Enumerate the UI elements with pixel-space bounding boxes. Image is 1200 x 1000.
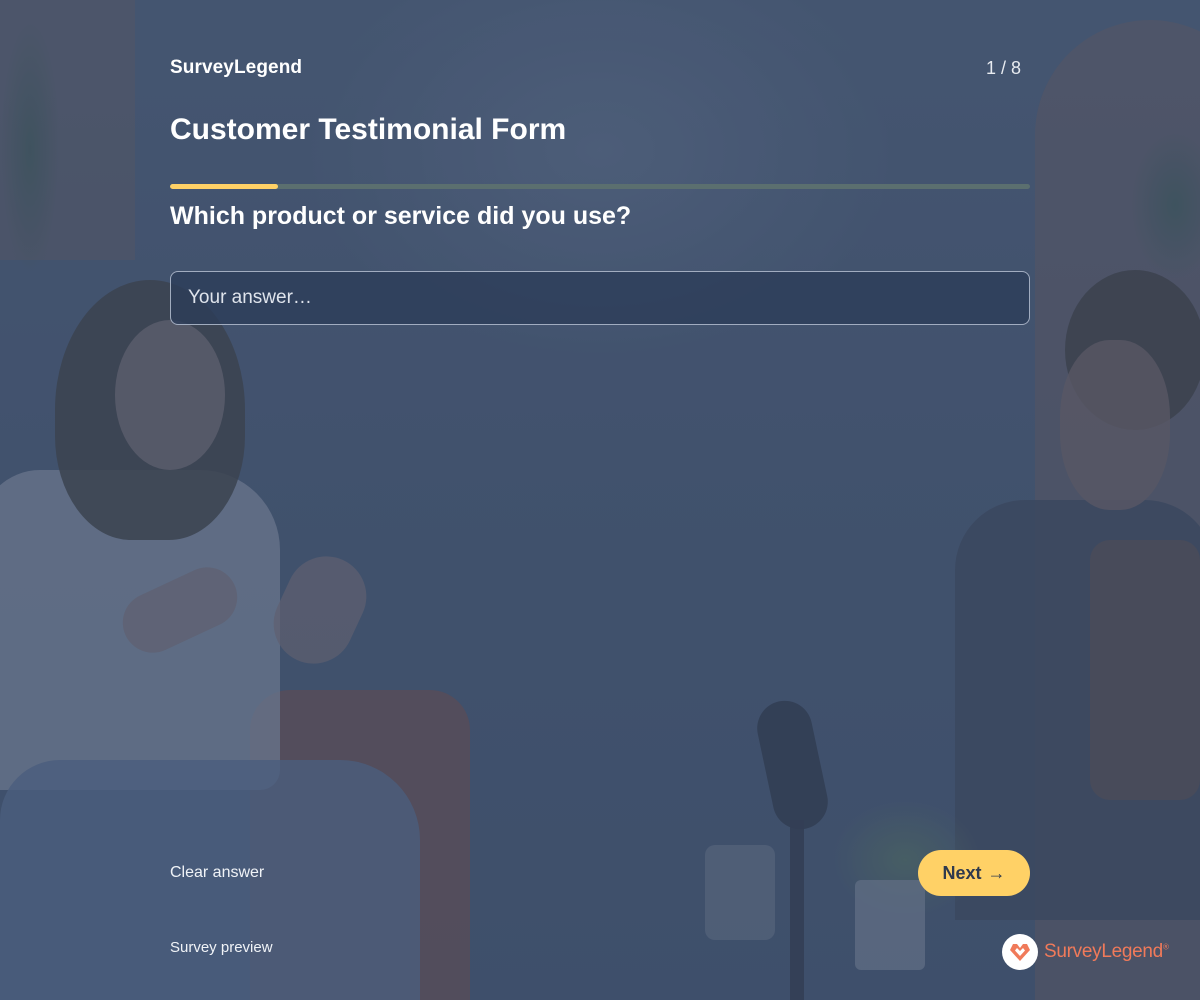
heart-diamond-icon — [1002, 934, 1038, 970]
registered-mark: ® — [1162, 942, 1169, 952]
next-button-label: Next — [942, 862, 982, 883]
progress-bar — [170, 184, 1030, 189]
next-button[interactable]: Next → — [918, 850, 1030, 896]
progress-bar-fill — [170, 184, 278, 189]
logo-text: SurveyLegend® — [1044, 941, 1169, 963]
surveylegend-logo[interactable]: SurveyLegend® — [1002, 934, 1169, 970]
page-counter: 1 / 8 — [985, 58, 1021, 78]
arrow-right-icon: → — [987, 862, 1006, 883]
survey-preview-label: Survey preview — [170, 939, 273, 956]
brand-name: SurveyLegend — [170, 57, 303, 78]
logo-wordmark: SurveyLegend — [1044, 941, 1163, 962]
form-title: Customer Testimonial Form — [170, 113, 567, 146]
question-text: Which product or service did you use? — [170, 202, 632, 230]
survey-panel: SurveyLegend 1 / 8 Customer Testimonial … — [170, 0, 1030, 1000]
clear-answer-link[interactable]: Clear answer — [170, 864, 264, 882]
answer-input[interactable] — [170, 271, 1030, 325]
